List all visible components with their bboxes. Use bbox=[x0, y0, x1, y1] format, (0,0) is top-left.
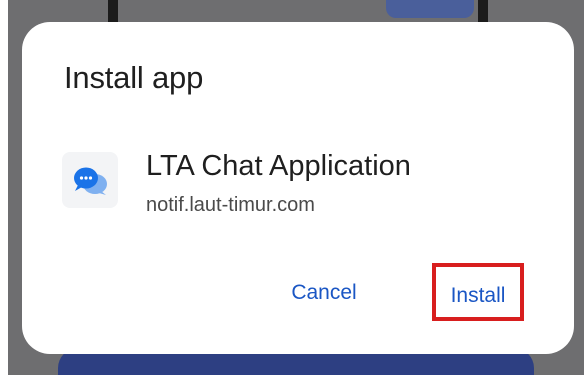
background-app-chip bbox=[386, 0, 474, 18]
app-icon bbox=[62, 152, 118, 208]
chat-bubbles-icon bbox=[74, 167, 107, 195]
app-origin-url: notif.laut-timur.com bbox=[146, 194, 315, 216]
cancel-button[interactable]: Cancel bbox=[284, 273, 364, 313]
app-name: LTA Chat Application bbox=[146, 150, 411, 182]
install-app-dialog: Install app LTA Chat Application notif.l… bbox=[22, 22, 574, 354]
dialog-title: Install app bbox=[64, 60, 204, 95]
background-app-element bbox=[108, 0, 118, 24]
install-button[interactable]: Install bbox=[432, 263, 524, 321]
phone-bezel-left bbox=[0, 0, 8, 375]
background-app-element bbox=[478, 0, 488, 24]
